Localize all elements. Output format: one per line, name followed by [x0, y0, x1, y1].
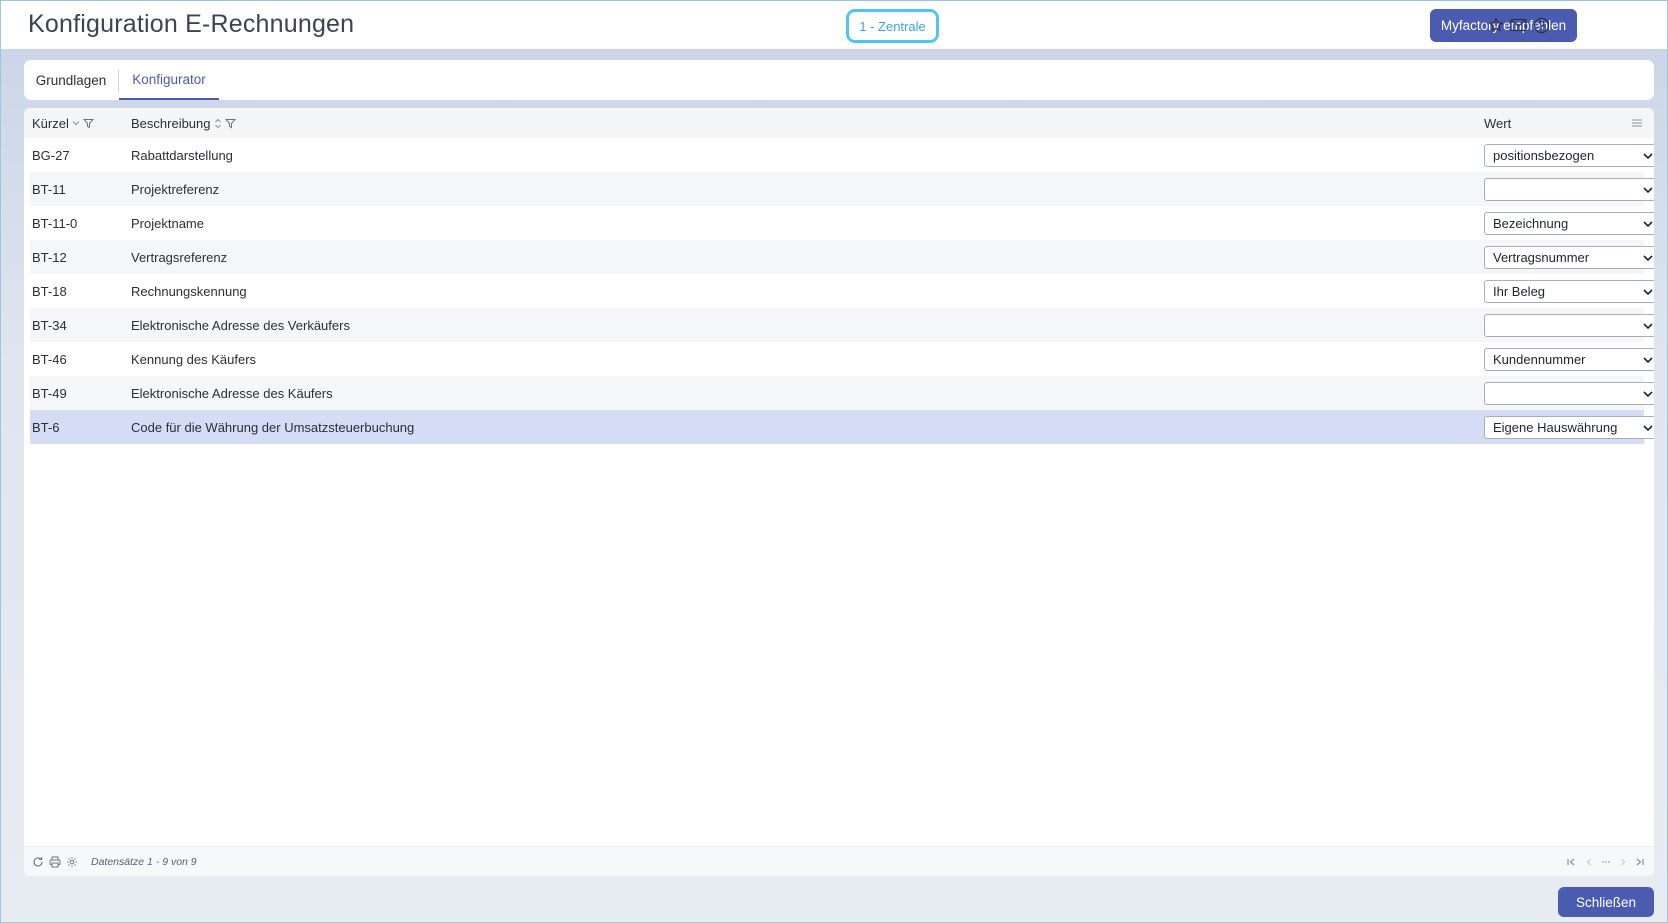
wert-select[interactable] [1484, 178, 1654, 201]
chevron-down-icon [1641, 148, 1654, 163]
settings-gear-icon[interactable] [65, 855, 79, 869]
select-value: Ihr Beleg [1493, 284, 1546, 299]
wert-select[interactable]: Bezeichnung [1484, 212, 1654, 235]
chevron-down-icon [1641, 318, 1654, 333]
chevron-down-icon [1641, 386, 1654, 401]
cell-beschreibung: Vertragsreferenz [131, 249, 228, 265]
table-row-selected[interactable]: BT-6 Code für die Währung der Umsatzsteu… [30, 410, 1654, 444]
column-header-kurzel[interactable]: Kürzel [32, 108, 94, 138]
header-bar: Konfiguration E-Rechnungen 1 - Zentrale … [1, 1, 1667, 49]
data-grid: Kürzel Beschreibung Wert BG-27 Rabattdar… [24, 108, 1654, 876]
wert-select[interactable]: Kundennummer [1484, 348, 1654, 371]
more-pages-icon[interactable] [1599, 855, 1613, 869]
table-row[interactable]: BT-11 Projektreferenz [30, 172, 1654, 206]
tab-bar: Grundlagen Konfigurator [24, 60, 1654, 100]
page-title: Konfiguration E-Rechnungen [28, 10, 355, 38]
cell-beschreibung: Code für die Währung der Umsatzsteuerbuc… [131, 419, 415, 435]
chevron-down-icon [1641, 250, 1654, 265]
wert-select[interactable] [1484, 314, 1654, 337]
cell-beschreibung: Kennung des Käufers [131, 351, 257, 367]
cell-kurzel: BT-12 [32, 249, 67, 265]
wert-select[interactable]: positionsbezogen [1484, 144, 1654, 167]
table-row[interactable]: BT-49 Elektronische Adresse des Käufers [30, 376, 1654, 410]
cell-kurzel: BG-27 [32, 147, 70, 163]
table-row[interactable]: BT-34 Elektronische Adresse des Verkäufe… [30, 308, 1654, 342]
table-row[interactable]: BT-12 Vertragsreferenz Vertragsnummer [30, 240, 1654, 274]
wert-select[interactable]: Vertragsnummer [1484, 246, 1654, 269]
cell-beschreibung: Rabattdarstellung [131, 147, 233, 163]
next-page-icon[interactable] [1616, 855, 1630, 869]
select-value: Eigene Hauswährung [1493, 420, 1618, 435]
column-menu-icon[interactable] [1628, 108, 1646, 138]
wert-select[interactable] [1484, 382, 1654, 405]
location-badge[interactable]: 1 - Zentrale [846, 9, 939, 43]
select-value: positionsbezogen [1493, 148, 1595, 163]
tab-grundlagen[interactable]: Grundlagen [24, 60, 118, 100]
chevron-down-icon [1641, 420, 1654, 435]
cell-kurzel: BT-18 [32, 283, 67, 299]
column-header-beschreibung[interactable]: Beschreibung [131, 108, 236, 138]
filter-icon[interactable] [82, 118, 94, 129]
cell-kurzel: BT-34 [32, 317, 67, 333]
table-row[interactable]: BT-46 Kennung des Käufers Kundennummer [30, 342, 1654, 376]
cell-beschreibung: Projektname [131, 215, 204, 231]
cell-kurzel: BT-6 [32, 419, 60, 435]
close-button[interactable]: Schließen [1558, 887, 1654, 917]
previous-page-icon[interactable] [1582, 855, 1596, 869]
chevron-down-icon [1641, 352, 1654, 367]
cell-kurzel: BT-49 [32, 385, 67, 401]
cell-beschreibung: Elektronische Adresse des Verkäufers [131, 317, 350, 333]
grid-footer: Datensätze 1 - 9 von 9 [24, 846, 1654, 876]
help-icon[interactable] [1531, 15, 1551, 35]
chevron-down-icon [1641, 284, 1654, 299]
chevron-down-icon [1641, 216, 1654, 231]
filter-icon[interactable] [224, 118, 236, 129]
column-header-label: Beschreibung [131, 115, 211, 131]
wert-select[interactable]: Ihr Beleg [1484, 280, 1654, 303]
table-row[interactable]: BT-18 Rechnungskennung Ihr Beleg [30, 274, 1654, 308]
tab-konfigurator[interactable]: Konfigurator [119, 60, 219, 100]
cell-kurzel: BT-46 [32, 351, 67, 367]
sort-icon[interactable] [214, 118, 222, 129]
wert-select[interactable]: Eigene Hauswährung [1484, 416, 1654, 439]
table-row[interactable]: BG-27 Rabattdarstellung positionsbezogen [30, 138, 1654, 172]
grid-header: Kürzel Beschreibung Wert [24, 108, 1654, 138]
mail-icon[interactable] [1508, 15, 1528, 35]
cell-beschreibung: Elektronische Adresse des Käufers [131, 385, 333, 401]
column-header-label: Wert [1484, 115, 1512, 131]
refresh-icon[interactable] [31, 855, 45, 869]
cell-beschreibung: Projektreferenz [131, 181, 220, 197]
column-header-wert[interactable]: Wert [1484, 108, 1511, 138]
select-value: Kundennummer [1493, 352, 1586, 367]
record-count: Datensätze 1 - 9 von 9 [91, 856, 197, 868]
last-page-icon[interactable] [1633, 855, 1647, 869]
cell-kurzel: BT-11-0 [32, 215, 78, 231]
star-icon[interactable] [1486, 15, 1506, 35]
chevron-down-icon [1641, 182, 1654, 197]
first-page-icon[interactable] [1564, 855, 1578, 869]
cell-kurzel: BT-11 [32, 181, 66, 197]
column-header-label: Kürzel [32, 115, 69, 131]
select-value: Bezeichnung [1493, 216, 1569, 231]
cell-beschreibung: Rechnungskennung [131, 283, 247, 299]
table-row[interactable]: BT-11-0 Projektname Bezeichnung [30, 206, 1654, 240]
select-value: Vertragsnummer [1493, 250, 1590, 265]
print-icon[interactable] [48, 855, 62, 869]
sort-descending-icon[interactable] [72, 119, 80, 127]
